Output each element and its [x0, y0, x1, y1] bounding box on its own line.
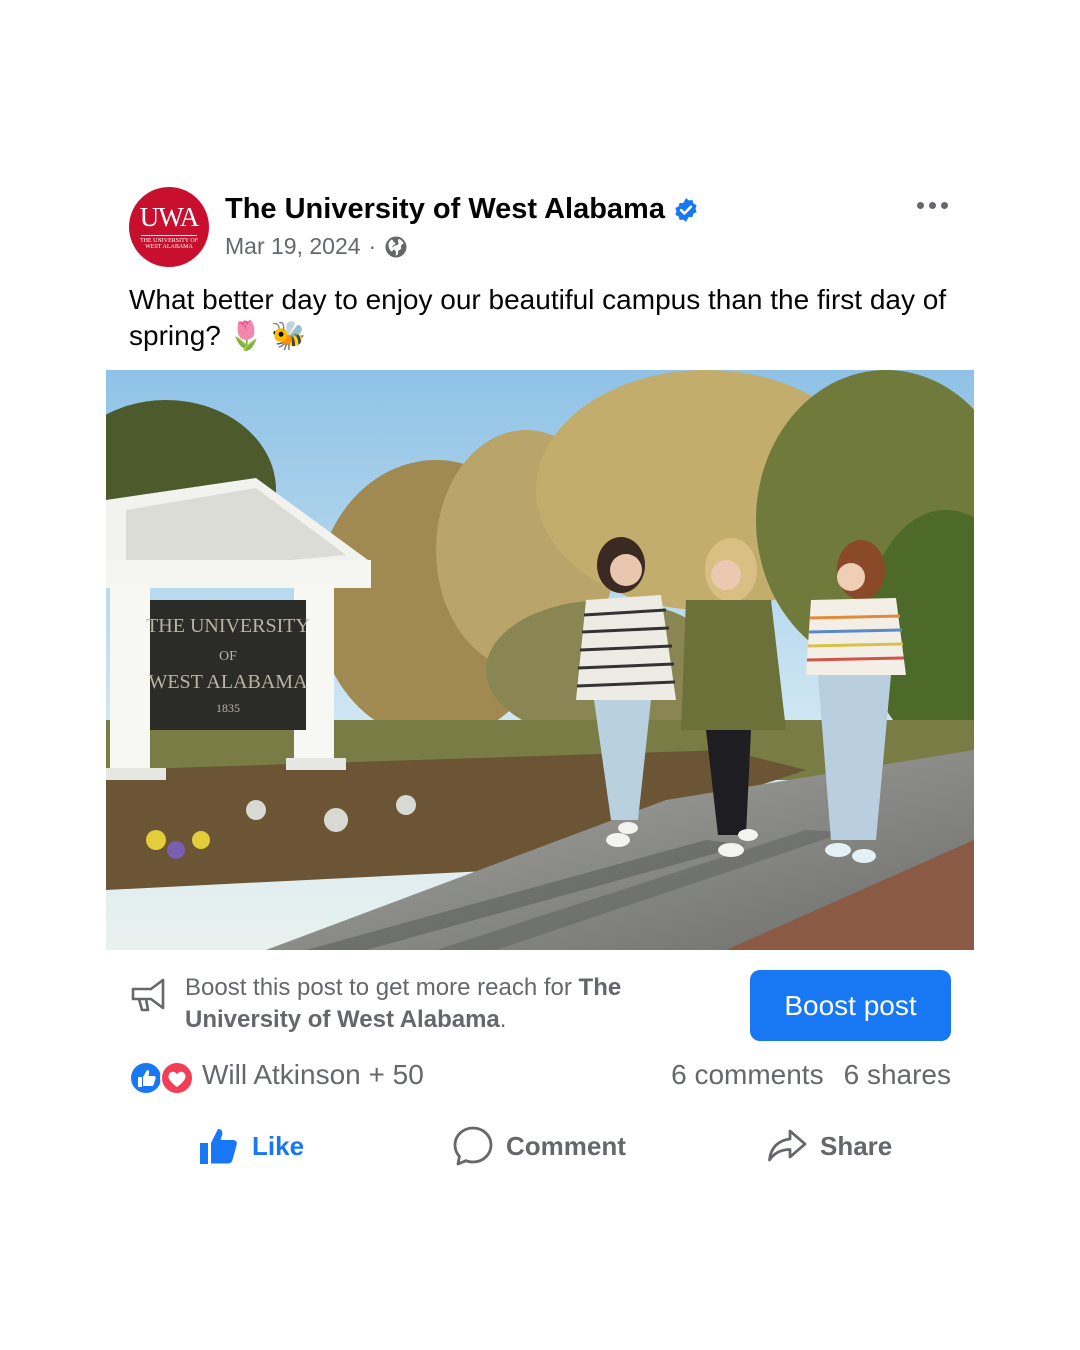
dot-icon — [917, 202, 924, 209]
post-photo[interactable]: THE UNIVERSITY OF WEST ALABAMA 1835 — [106, 370, 974, 950]
facebook-post: UWA The University of West Alabama The U… — [0, 0, 1080, 1350]
walking-students — [576, 537, 906, 863]
boost-message-suffix: . — [499, 1006, 507, 1033]
like-label: Like — [252, 1130, 305, 1161]
avatar-subtext: The University of West Alabama — [139, 238, 199, 250]
like-reaction-icon — [129, 1061, 163, 1095]
megaphone-icon — [131, 978, 165, 1012]
comment-button[interactable]: Comment — [452, 1120, 626, 1172]
stat-counts: 6 comments 6 shares — [671, 1059, 951, 1091]
page-name[interactable]: The University of West Alabama — [225, 193, 699, 226]
sign-line-1: THE UNIVERSITY — [146, 615, 310, 637]
share-arrow-icon — [768, 1129, 807, 1162]
action-bar: Like Comment Share — [106, 1120, 974, 1172]
verified-badge-icon — [675, 197, 697, 222]
reaction-icons[interactable] — [129, 1061, 195, 1095]
boost-post-button[interactable]: Boost post — [750, 970, 951, 1041]
boost-message-prefix: Boost this post to get more reach for — [185, 974, 579, 1001]
globe-icon — [385, 236, 407, 257]
avatar-logo-text: UWA — [139, 202, 199, 232]
avatar-divider — [141, 235, 197, 236]
page-name-text[interactable]: The University of West Alabama — [225, 193, 665, 226]
boost-banner: Boost this post to get more reach for Th… — [129, 970, 951, 1042]
sign-year: 1835 — [216, 701, 240, 715]
post-date[interactable]: Mar 19, 2024 — [225, 233, 361, 260]
love-reaction-icon — [160, 1061, 194, 1095]
dot-icon — [941, 202, 948, 209]
comment-bubble-icon — [453, 1126, 493, 1166]
comments-count[interactable]: 6 comments — [671, 1059, 824, 1091]
like-button[interactable]: Like — [198, 1120, 304, 1172]
shares-count[interactable]: 6 shares — [844, 1059, 951, 1091]
page-avatar[interactable]: UWA The University of West Alabama — [129, 187, 209, 267]
avatar-logo-subtext: The University of West Alabama — [139, 238, 199, 250]
reactors-summary[interactable]: Will Atkinson + 50 — [202, 1059, 424, 1091]
share-button[interactable]: Share — [766, 1120, 892, 1172]
dot-icon — [929, 202, 936, 209]
share-label: Share — [820, 1130, 893, 1161]
post-meta: Mar 19, 2024 · — [225, 233, 408, 260]
thumbs-up-icon — [200, 1129, 237, 1164]
boost-message: Boost this post to get more reach for Th… — [185, 972, 705, 1036]
campus-photo-illustration: THE UNIVERSITY OF WEST ALABAMA 1835 — [106, 370, 974, 950]
more-options-button[interactable] — [913, 198, 952, 213]
post-caption: What better day to enjoy our beautiful c… — [129, 284, 947, 351]
comment-label: Comment — [506, 1130, 626, 1161]
sign-line-2: OF — [219, 649, 237, 664]
engagement-stats: Will Atkinson + 50 6 comments 6 shares — [129, 1058, 951, 1098]
sign-line-3: WEST ALABAMA — [148, 671, 308, 693]
meta-separator: · — [368, 233, 377, 259]
